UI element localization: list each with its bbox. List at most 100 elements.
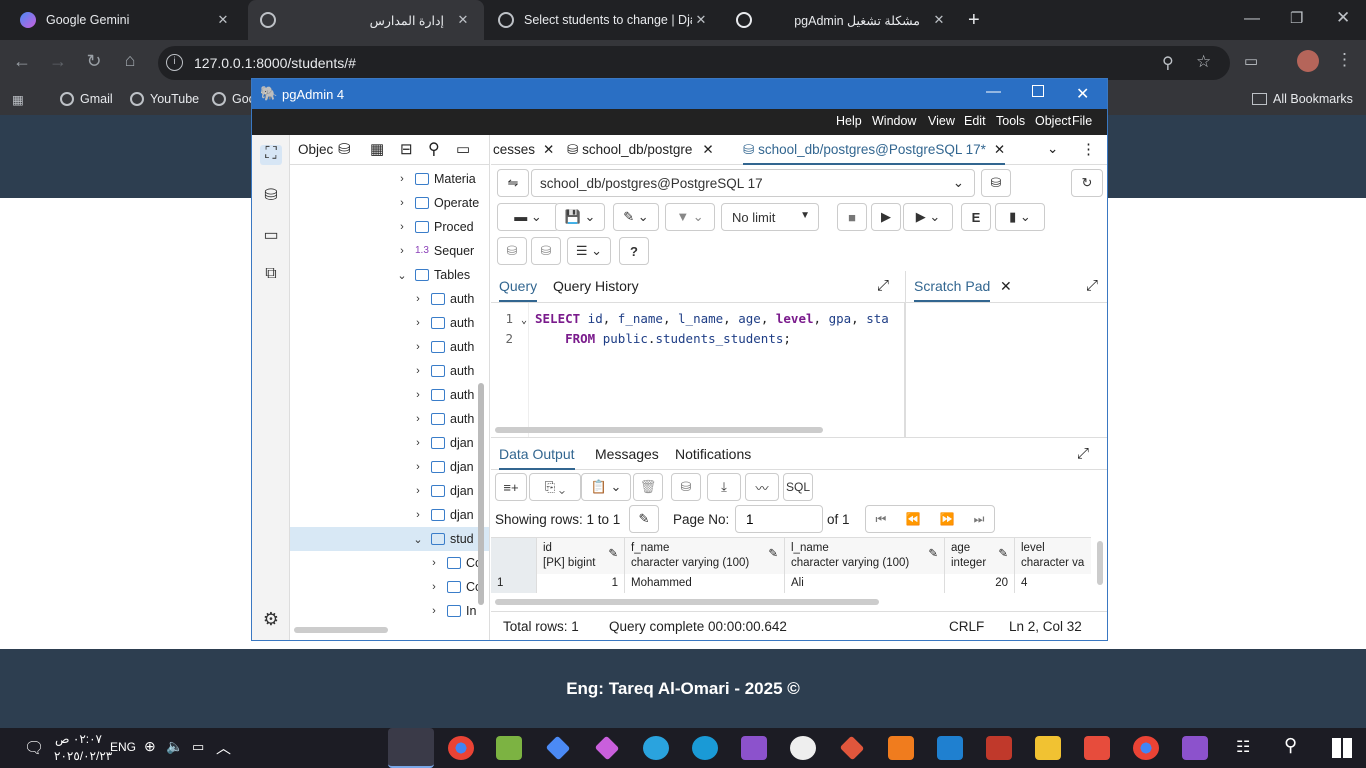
cell-f-name[interactable]: Mohammed (625, 574, 785, 593)
input-language[interactable]: ENG (110, 740, 136, 754)
cell-level[interactable]: 4 (1015, 574, 1091, 593)
close-window-icon[interactable]: ✕ (1336, 8, 1350, 28)
tree-node[interactable]: › 1.3 Sequer (394, 239, 474, 263)
chevron-right-icon[interactable]: › (410, 317, 426, 329)
all-bookmarks[interactable]: All Bookmarks (1252, 92, 1353, 106)
chevron-right-icon[interactable]: › (426, 605, 442, 617)
tab-data-output[interactable]: Data Output (499, 446, 575, 470)
restore-icon[interactable]: ❐ (1290, 9, 1303, 27)
bookmark-star-icon[interactable]: ☆ (1196, 52, 1211, 72)
limit-select[interactable]: No limit ▼ (721, 203, 819, 231)
site-info-icon[interactable]: i (166, 54, 183, 71)
git-taskbar-icon[interactable] (839, 735, 865, 761)
gemini-taskbar-icon[interactable] (594, 735, 620, 761)
tree-node[interactable]: › auth (410, 383, 474, 407)
new-tab-button[interactable]: + (968, 9, 980, 32)
close-tab-icon[interactable]: ✕ (543, 142, 554, 157)
tree-node[interactable]: › auth (410, 335, 474, 359)
menu-help[interactable]: Help (836, 114, 862, 128)
first-page-icon[interactable]: ⏮ (876, 512, 887, 527)
explain-analyze-button[interactable]: ▮ ⌄ (995, 203, 1045, 231)
tree-node[interactable]: › Operate (394, 191, 479, 215)
browser-tab-django[interactable]: Select students to change | Djan ✕ (486, 0, 722, 40)
xampp-taskbar-icon[interactable] (888, 736, 914, 760)
chevron-down-icon[interactable]: ⌄ (410, 533, 426, 546)
chevron-right-icon[interactable]: › (410, 365, 426, 377)
tree-node[interactable]: ⌄ stud (290, 527, 489, 551)
gemini-taskbar-icon[interactable] (545, 735, 571, 761)
tab-query-1[interactable]: ⛁ school_db/postgre ✕ (567, 142, 714, 158)
menu-icon[interactable]: ⋮ (1336, 50, 1353, 70)
cell-age[interactable]: 20 (945, 574, 1015, 593)
chevron-right-icon[interactable]: › (410, 341, 426, 353)
prev-page-icon[interactable]: ⏪ (905, 512, 920, 526)
expand-icon[interactable]: ⤢ (1086, 277, 1098, 294)
chevron-right-icon[interactable]: › (410, 485, 426, 497)
fold-chevron-icon[interactable]: ⌄ (513, 315, 535, 326)
connection-select[interactable]: school_db/postgres@PostgreSQL 17 ⌄ (531, 169, 975, 197)
tree-node[interactable]: › djan (410, 503, 473, 527)
search-icon[interactable]: ⚲ (1284, 735, 1297, 756)
close-tab-icon[interactable]: ✕ (214, 12, 232, 28)
paste-button[interactable]: 📋 ⌄ (581, 473, 631, 501)
close-tab-icon[interactable]: ✕ (702, 142, 713, 157)
windows-start-icon[interactable] (1332, 738, 1352, 758)
close-tab-icon[interactable]: ✕ (1000, 278, 1012, 295)
execute-options-button[interactable]: ▶ ⌄ (903, 203, 953, 231)
tree-node[interactable]: › In (426, 599, 476, 623)
edit-rows-icon[interactable]: ✎ (629, 505, 659, 533)
chevron-right-icon[interactable]: › (394, 245, 410, 257)
scratch-pad-area[interactable] (905, 303, 1107, 437)
commit-button[interactable]: ⛁ (497, 237, 527, 265)
chevron-right-icon[interactable]: › (394, 221, 410, 233)
sql-button[interactable]: SQL (783, 473, 813, 501)
connection-status-icon[interactable]: ⇋ (497, 169, 529, 197)
column-header-l-name[interactable]: l_name character varying (100) ✎ (785, 538, 945, 574)
column-header-f-name[interactable]: f_name character varying (100) ✎ (625, 538, 785, 574)
chevron-right-icon[interactable]: › (426, 581, 442, 593)
terminal-icon[interactable]: ▭ (260, 225, 282, 245)
chevron-up-icon[interactable]: ︿ (216, 737, 231, 758)
menu-window[interactable]: Window (872, 114, 916, 128)
tree-node[interactable]: › Proced (394, 215, 473, 239)
chevron-right-icon[interactable]: › (410, 413, 426, 425)
table-view-icon[interactable]: ▦ (370, 140, 384, 158)
chrome-taskbar-icon[interactable] (448, 736, 474, 760)
tree-h-scrollbar[interactable] (294, 627, 388, 633)
grid-h-scrollbar[interactable] (495, 599, 879, 605)
menu-view[interactable]: View (928, 114, 955, 128)
graph-icon[interactable]: 〰 (745, 473, 779, 501)
minimize-icon[interactable]: — (986, 83, 1001, 100)
save-file-button[interactable]: 💾 ⌄ (555, 203, 605, 231)
clock-date[interactable]: ٢٠٢٥/٠٢/٢٣ (54, 749, 112, 763)
tree-node[interactable]: ⌄ Tables (394, 263, 470, 287)
home-icon[interactable]: ⌂ (118, 50, 142, 71)
tab-query-history[interactable]: Query History (553, 278, 639, 294)
grid-v-scrollbar[interactable] (1097, 541, 1103, 585)
back-icon[interactable]: ← (10, 51, 34, 72)
cell-id[interactable]: 1 (537, 574, 625, 593)
github-taskbar-icon[interactable] (790, 736, 816, 760)
forward-icon[interactable]: → (46, 51, 70, 72)
tab-processes[interactable]: cesses ✕ (493, 142, 554, 158)
delete-icon[interactable]: 🗑 (633, 473, 663, 501)
open-file-button[interactable]: ▬ ⌄ (497, 203, 559, 231)
column-header-age[interactable]: age integer ✎ (945, 538, 1015, 574)
last-page-icon[interactable]: ⏭ (974, 512, 985, 527)
chevron-down-icon[interactable]: ⌄ (1047, 141, 1058, 157)
edit-icon[interactable]: ✎ (608, 547, 618, 562)
tree-node[interactable]: › Materia (394, 167, 476, 191)
search-icon[interactable]: ⚲ (428, 139, 440, 159)
expand-icon[interactable]: ⤢ (877, 277, 889, 294)
notification-icon[interactable]: 🗨 (24, 738, 44, 758)
editor-h-scrollbar[interactable] (495, 427, 823, 433)
browser-tab-chatgpt[interactable]: pgAdmin مشكلة تشغيل ✕ (724, 0, 960, 40)
tree-node[interactable]: › auth (410, 311, 474, 335)
more-icon[interactable]: ⋮ (1081, 140, 1096, 158)
chrome-taskbar-icon[interactable] (1133, 736, 1159, 760)
new-connection-icon[interactable]: ⛁ (981, 169, 1011, 197)
tree-node[interactable]: › auth (410, 407, 474, 431)
close-tab-icon[interactable]: ✕ (994, 142, 1005, 157)
expand-icon[interactable]: ⤢ (1077, 445, 1089, 462)
psql-icon[interactable]: ▭ (456, 140, 470, 158)
